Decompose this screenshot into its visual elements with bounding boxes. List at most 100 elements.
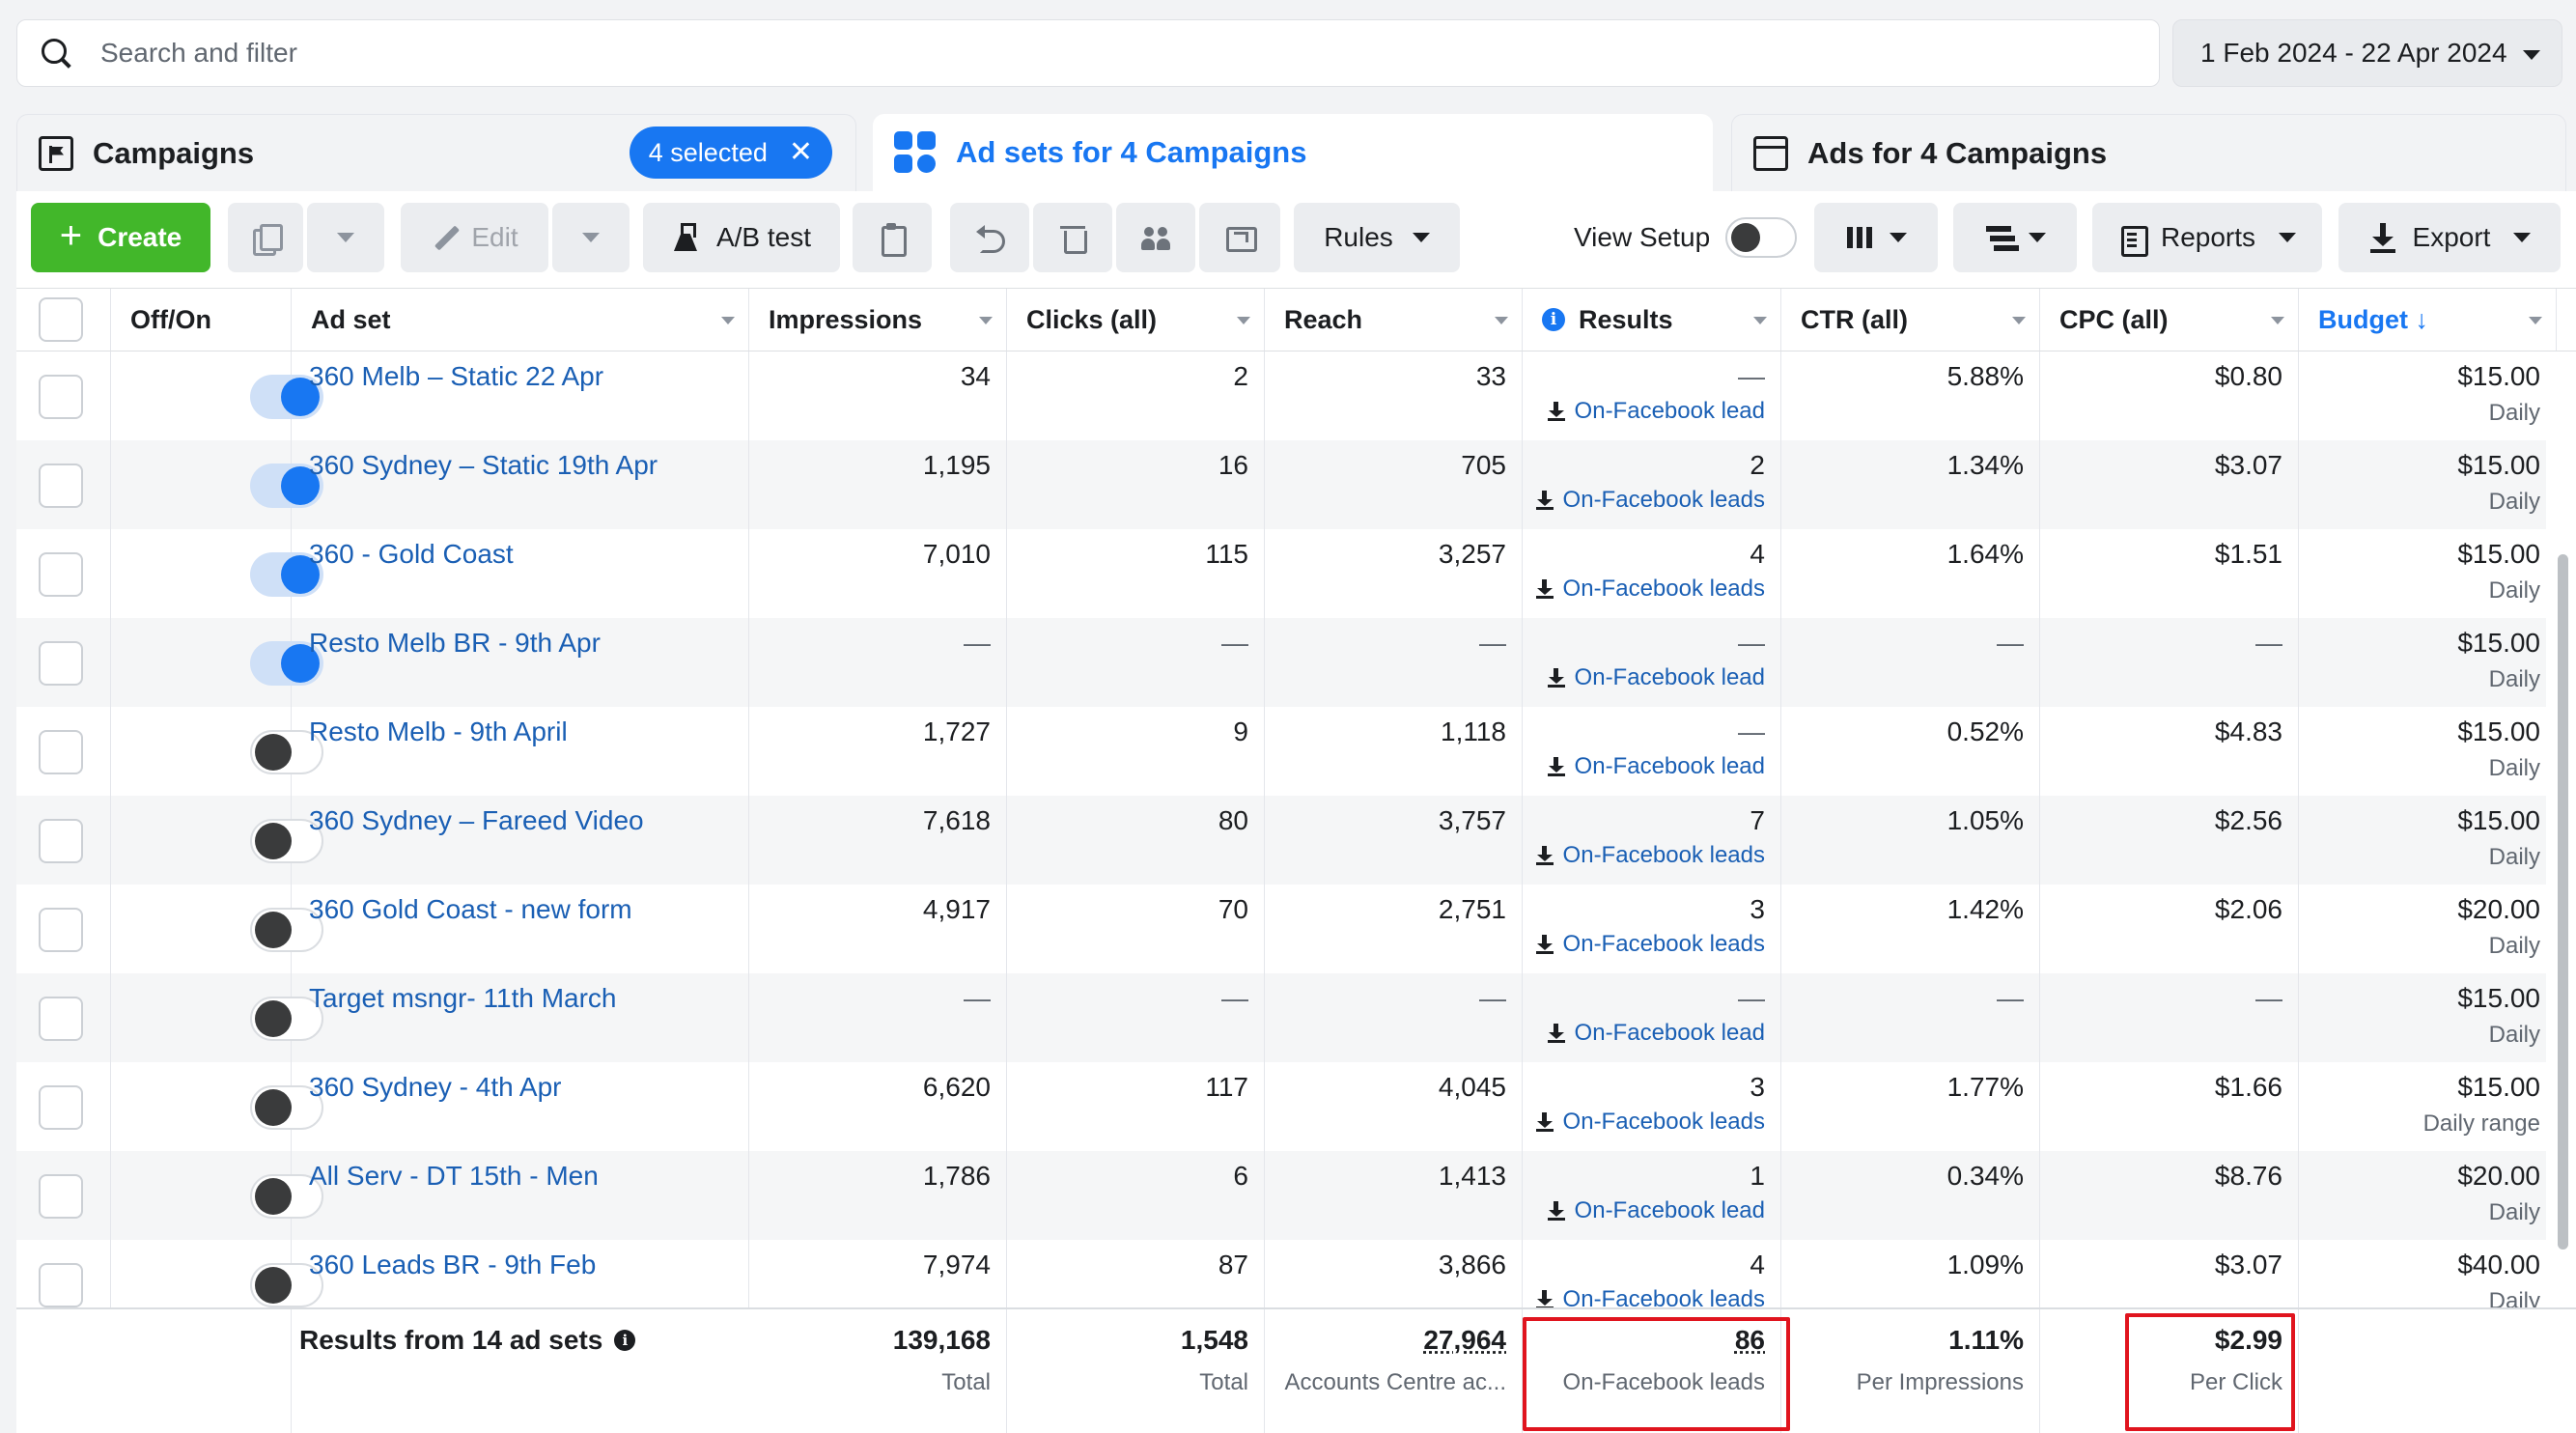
selected-count-pill[interactable]: 4 selected ✕ [629, 126, 832, 179]
budget-type: Daily [2488, 844, 2540, 870]
header-budget[interactable]: Budget ↓ [2299, 289, 2557, 351]
date-range-picker[interactable]: 1 Feb 2024 - 22 Apr 2024 [2172, 19, 2562, 87]
search-bar[interactable] [16, 19, 2160, 87]
summary-reach-value[interactable]: 27,964 [1265, 1325, 1506, 1356]
edit-dropdown-button[interactable] [552, 203, 630, 272]
table-row[interactable]: Resto Melb - 9th April 1,727 9 1,118 — On-Fac… [16, 707, 2546, 796]
adset-name-link[interactable]: All Serv - DT 15th - Men [309, 1161, 599, 1191]
header-ctr[interactable]: CTR (all) [1781, 289, 2040, 351]
tab-ads[interactable]: Ads for 4 Campaigns [1731, 114, 2566, 191]
row-checkbox[interactable] [39, 1174, 83, 1219]
adset-name-link[interactable]: 360 - Gold Coast [309, 539, 514, 569]
budget-cell[interactable]: $15.00 Daily [2299, 796, 2546, 885]
budget-cell[interactable]: $15.00 Daily [2299, 973, 2546, 1062]
header-cpc[interactable]: CPC (all) [2040, 289, 2299, 351]
budget-cell[interactable]: $15.00 Daily range [2299, 1062, 2546, 1151]
delete-button[interactable] [1033, 203, 1112, 272]
row-checkbox[interactable] [39, 1263, 83, 1307]
table-row[interactable]: All Serv - DT 15th - Men 1,786 6 1,413 1 On-F… [16, 1151, 2546, 1240]
header-toggle[interactable]: Off/On [111, 289, 292, 351]
rules-button[interactable]: Rules [1294, 203, 1460, 272]
header-reach[interactable]: Reach [1265, 289, 1523, 351]
select-all-checkbox[interactable] [39, 297, 83, 342]
budget-cell[interactable]: $15.00 Daily [2299, 707, 2546, 796]
row-checkbox[interactable] [39, 641, 83, 686]
create-button[interactable]: + Create [31, 203, 210, 272]
chevron-down-icon[interactable] [1495, 317, 1508, 324]
breakdown-button[interactable] [1953, 203, 2077, 272]
share-button[interactable] [1199, 203, 1280, 272]
row-checkbox[interactable] [39, 552, 83, 597]
tab-adsets[interactable]: Ad sets for 4 Campaigns [873, 114, 1713, 191]
chevron-down-icon[interactable] [1753, 317, 1767, 324]
undo-button[interactable] [950, 203, 1029, 272]
row-checkbox[interactable] [39, 997, 83, 1041]
table-row[interactable]: 360 Melb – Static 22 Apr 34 2 33 — On-Faceboo… [16, 351, 2546, 440]
vertical-scrollbar[interactable] [2549, 363, 2576, 1307]
header-adset[interactable]: Ad set [292, 289, 749, 351]
ctr-cell: 0.34% [1781, 1151, 2040, 1240]
result-type: On-Facebook leads [1523, 487, 1765, 514]
header-results[interactable]: i Results [1523, 289, 1781, 351]
budget-cell[interactable]: $40.00 Daily [2299, 1240, 2546, 1307]
clipboard-button[interactable] [853, 203, 932, 272]
duplicate-dropdown-button[interactable] [307, 203, 384, 272]
chevron-down-icon[interactable] [721, 317, 735, 324]
table-row[interactable]: Resto Melb BR - 9th Apr — — — — On-Facebook l… [16, 618, 2546, 707]
chevron-down-icon[interactable] [1237, 317, 1250, 324]
row-checkbox[interactable] [39, 730, 83, 774]
clicks-cell: 2 [1007, 351, 1265, 440]
ab-test-button[interactable]: A/B test [643, 203, 840, 272]
adset-name-link[interactable]: 360 Melb – Static 22 Apr [309, 361, 603, 391]
table-row[interactable]: 360 Sydney – Fareed Video 7,618 80 3,757 7 On… [16, 796, 2546, 885]
scrollbar-thumb[interactable] [2558, 554, 2568, 1250]
info-icon[interactable]: i [1542, 308, 1565, 331]
budget-cell[interactable]: $15.00 Daily [2299, 351, 2546, 440]
highlight-box-results [1523, 1317, 1790, 1431]
edit-button[interactable]: Edit [401, 203, 548, 272]
adset-name-link[interactable]: Target msngr- 11th March [309, 983, 617, 1013]
adset-name-link[interactable]: 360 Gold Coast - new form [309, 894, 632, 924]
duplicate-button[interactable] [228, 203, 303, 272]
header-clicks[interactable]: Clicks (all) [1007, 289, 1265, 351]
adset-name-link[interactable]: 360 Leads BR - 9th Feb [309, 1250, 596, 1279]
reports-icon [2118, 223, 2148, 257]
budget-cell[interactable]: $20.00 Daily [2299, 885, 2546, 973]
table-row[interactable]: 360 Sydney - 4th Apr 6,620 117 4,045 3 On-Fac… [16, 1062, 2546, 1151]
info-icon[interactable]: i [614, 1330, 636, 1351]
chevron-down-icon[interactable] [2529, 317, 2542, 324]
budget-cell[interactable]: $20.00 Daily [2299, 1151, 2546, 1240]
chevron-down-icon[interactable] [2012, 317, 2026, 324]
row-checkbox[interactable] [39, 464, 83, 508]
adset-name-link[interactable]: Resto Melb BR - 9th Apr [309, 628, 601, 658]
row-checkbox[interactable] [39, 819, 83, 863]
clear-selection-icon[interactable]: ✕ [789, 138, 813, 167]
row-checkbox[interactable] [39, 375, 83, 419]
chevron-down-icon[interactable] [979, 317, 993, 324]
table-row[interactable]: 360 - Gold Coast 7,010 115 3,257 4 On-Faceboo… [16, 529, 2546, 618]
row-checkbox[interactable] [39, 908, 83, 952]
columns-button[interactable] [1814, 203, 1938, 272]
tab-campaigns[interactable]: Campaigns 4 selected ✕ [16, 114, 856, 191]
audience-button[interactable] [1116, 203, 1195, 272]
reports-button[interactable]: Reports [2092, 203, 2322, 272]
table-row[interactable]: 360 Sydney – Static 19th Apr 1,195 16 705 2 O… [16, 440, 2546, 529]
adset-name-link[interactable]: 360 Sydney – Static 19th Apr [309, 450, 658, 480]
row-checkbox[interactable] [39, 1085, 83, 1130]
adset-name-link[interactable]: 360 Sydney - 4th Apr [309, 1072, 562, 1102]
header-impressions[interactable]: Impressions [749, 289, 1007, 351]
table-row[interactable]: 360 Leads BR - 9th Feb 7,974 87 3,866 4 On-Fa… [16, 1240, 2546, 1307]
view-setup: View Setup [1574, 203, 1798, 272]
export-button[interactable]: Export [2338, 203, 2561, 272]
chevron-down-icon[interactable] [2271, 317, 2284, 324]
table-row[interactable]: 360 Gold Coast - new form 4,917 70 2,751 3 On… [16, 885, 2546, 973]
adset-name-link[interactable]: Resto Melb - 9th April [309, 716, 568, 746]
budget-cell[interactable]: $15.00 Daily [2299, 618, 2546, 707]
highlight-box-cpc [2125, 1313, 2295, 1431]
budget-cell[interactable]: $15.00 Daily [2299, 440, 2546, 529]
budget-cell[interactable]: $15.00 Daily [2299, 529, 2546, 618]
view-setup-toggle[interactable] [1725, 217, 1798, 258]
adset-name-link[interactable]: 360 Sydney – Fareed Video [309, 805, 644, 835]
search-input[interactable] [100, 38, 1838, 69]
table-row[interactable]: Target msngr- 11th March — — — — On-Facebook … [16, 973, 2546, 1062]
